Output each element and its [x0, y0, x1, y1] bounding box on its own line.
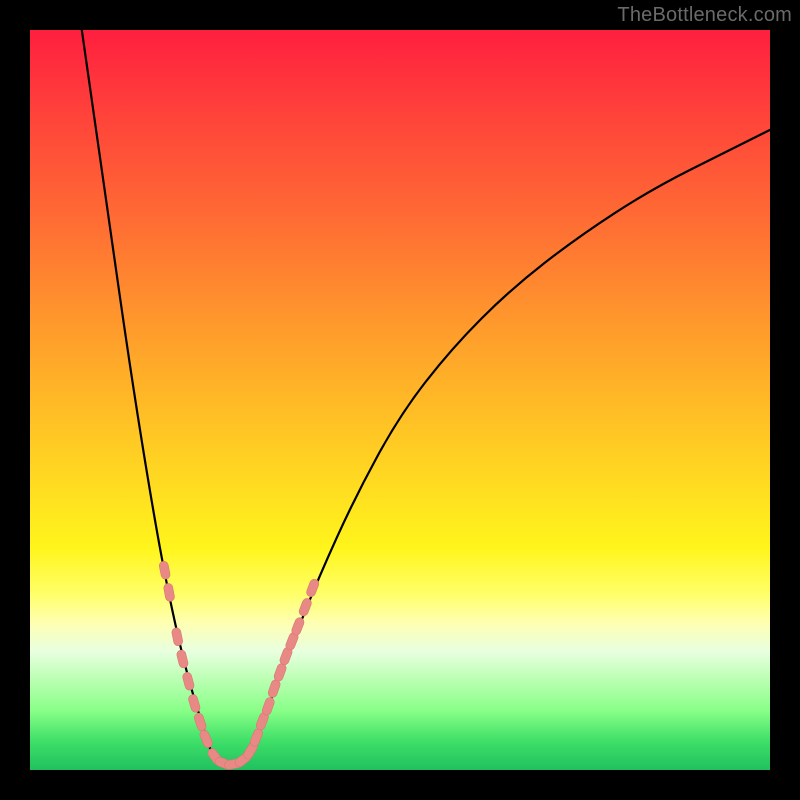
curve-marker [159, 560, 171, 579]
curve-marker [187, 694, 201, 714]
chart-frame: TheBottleneck.com [0, 0, 800, 800]
curve-marker [298, 597, 313, 617]
plot-area [30, 30, 770, 770]
curve-marker [305, 578, 320, 598]
watermark-text: TheBottleneck.com [617, 4, 792, 27]
curve-marker [267, 679, 281, 699]
curve-marker [163, 583, 175, 602]
curve-marker [171, 627, 183, 646]
curve-layer [30, 30, 770, 770]
curve-marker [193, 712, 207, 732]
curve-marker [249, 727, 264, 747]
curve-marker [273, 662, 288, 682]
curve-markers [159, 560, 321, 770]
curve-marker [176, 649, 189, 669]
curve-marker [261, 696, 276, 716]
curve-marker [198, 729, 213, 749]
curve-marker [182, 671, 195, 691]
curve-marker [290, 616, 305, 636]
